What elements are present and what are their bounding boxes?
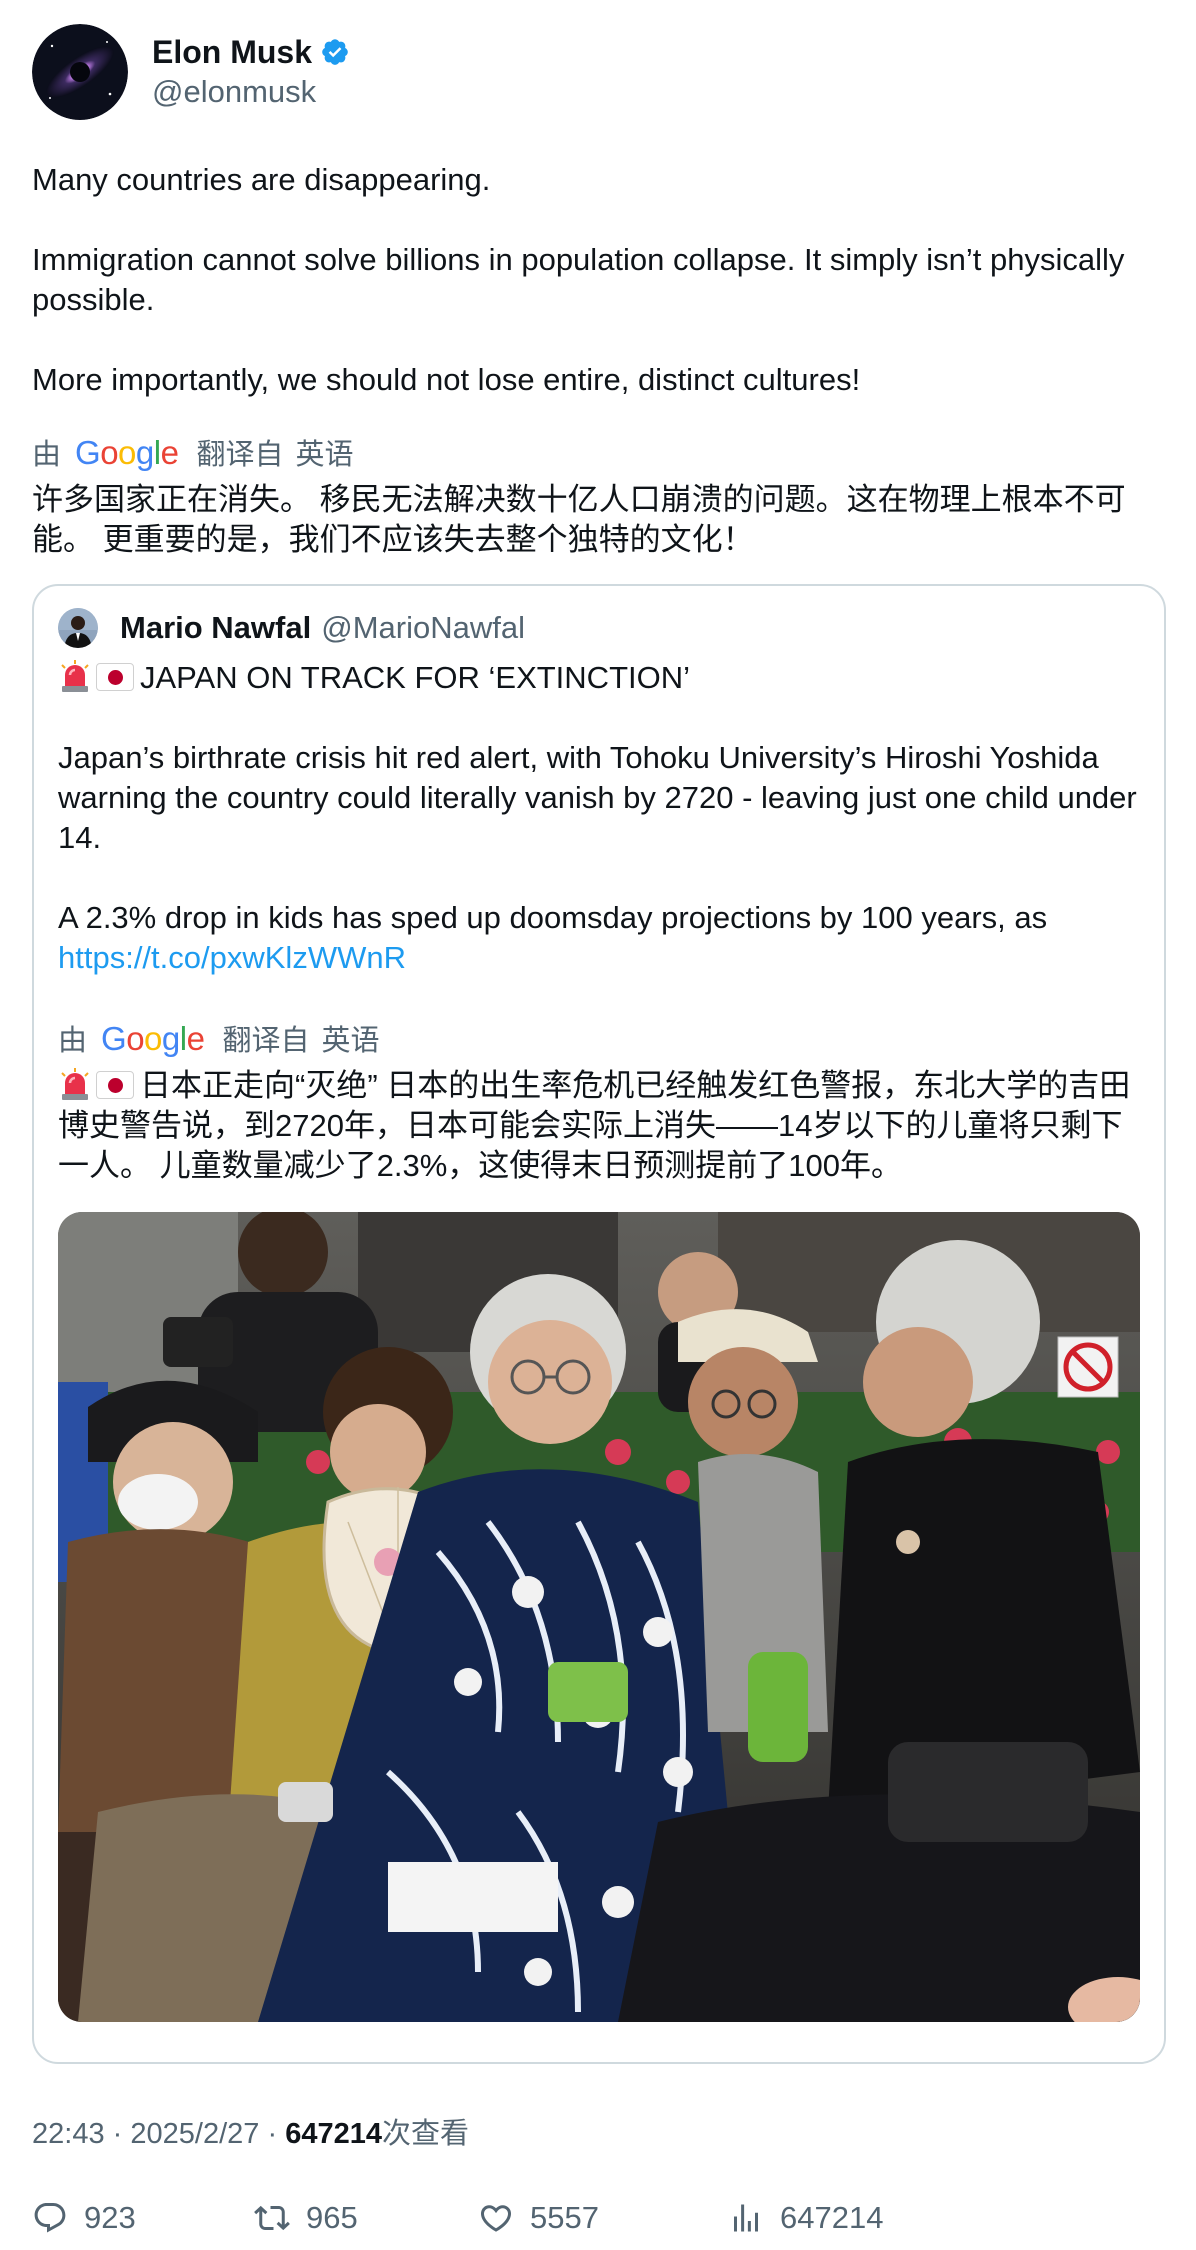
meta-separator: · xyxy=(267,2118,278,2150)
quoted-tweet[interactable]: Mario Nawfal @MarioNawfal JAPAN ON TRACK… xyxy=(32,584,1166,2064)
source-language: 英语 xyxy=(295,439,354,471)
japan-flag-icon xyxy=(96,1071,134,1099)
reply-count: 923 xyxy=(84,2200,136,2235)
google-logo: Google xyxy=(75,433,179,471)
quoted-tweet-header: Mario Nawfal @MarioNawfal xyxy=(58,608,1140,648)
tweet-date[interactable]: 2025/2/27 xyxy=(130,2118,259,2150)
retweet-count: 965 xyxy=(306,2200,358,2235)
quoted-paragraph-with-link: A 2.3% drop in kids has sped up doomsday… xyxy=(58,898,1140,978)
quoted-headline-line: JAPAN ON TRACK FOR ‘EXTINCTION’ xyxy=(58,658,1140,698)
siren-icon xyxy=(58,1067,92,1101)
quoted-paragraph: Japan’s birthrate crisis hit red alert, … xyxy=(58,740,1137,855)
quoted-translation-text: 日本正走向“灭绝” 日本的出生率危机已经触发红色警报，东北大学的吉田博史警告说，… xyxy=(58,1068,1131,1183)
japan-flag-icon xyxy=(96,663,134,691)
meta-separator: · xyxy=(112,2118,123,2150)
quoted-paragraph: A 2.3% drop in kids has sped up doomsday… xyxy=(58,900,1048,935)
tweet-paragraph: More importantly, we should not lose ent… xyxy=(32,362,861,397)
quoted-translated-by-google[interactable]: 由 Google 翻译自 英语 xyxy=(58,1018,1140,1058)
google-logo: Google xyxy=(101,1019,205,1057)
like-button[interactable]: 5557 xyxy=(478,2200,728,2236)
like-count: 5557 xyxy=(530,2200,599,2235)
quoted-tweet-text: JAPAN ON TRACK FOR ‘EXTINCTION’ Japan’s … xyxy=(58,658,1140,978)
translated-from-label: 翻译自 xyxy=(222,1025,310,1057)
author-handle[interactable]: @elonmusk xyxy=(152,72,350,112)
quoted-media-image[interactable] xyxy=(58,1212,1140,2022)
tweet-time[interactable]: 22:43 xyxy=(32,2118,105,2150)
reply-icon xyxy=(34,2203,66,2233)
tweet-translation: 许多国家正在消失。 移民无法解决数十亿人口崩溃的问题。这在物理上根本不可能。 更… xyxy=(32,482,1126,557)
tweet-meta: 22:43 · 2025/2/27 · 647214次查看 xyxy=(32,2114,1166,2154)
tweet-text: Many countries are disappearing. Immigra… xyxy=(32,160,1166,400)
name-row: Elon Musk xyxy=(152,32,350,72)
heart-icon xyxy=(480,2205,512,2232)
tweet: Elon Musk @elonmusk Many countries are d… xyxy=(32,24,1166,2238)
retweet-icon xyxy=(254,2205,290,2231)
translated-by-prefix: 由 xyxy=(32,439,62,471)
quoted-link[interactable]: https://t.co/pxwKlzWWnR xyxy=(58,940,406,975)
author-avatar[interactable] xyxy=(32,24,128,120)
tweet-paragraph: Many countries are disappearing. xyxy=(32,162,491,197)
translated-by-prefix: 由 xyxy=(58,1025,88,1057)
siren-icon xyxy=(58,659,92,693)
quoted-author-handle[interactable]: @MarioNawfal xyxy=(321,610,525,646)
verified-badge-icon[interactable] xyxy=(320,37,350,67)
quoted-author-name[interactable]: Mario Nawfal xyxy=(120,610,311,646)
views-count: 647214 xyxy=(285,2118,382,2150)
quoted-translation: 日本正走向“灭绝” 日本的出生率危机已经触发红色警报，东北大学的吉田博史警告说，… xyxy=(58,1066,1140,1186)
translated-from-label: 翻译自 xyxy=(196,439,284,471)
views-button[interactable]: 647214 xyxy=(728,2200,883,2236)
author-info: Elon Musk @elonmusk xyxy=(152,32,350,112)
tweet-paragraph: Immigration cannot solve billions in pop… xyxy=(32,242,1125,317)
quoted-author-avatar[interactable] xyxy=(58,608,98,648)
views-suffix: 次查看 xyxy=(381,2118,469,2150)
source-language: 英语 xyxy=(321,1025,380,1057)
views-action-count: 647214 xyxy=(780,2200,884,2235)
analytics-icon xyxy=(734,2204,758,2232)
translated-by-google[interactable]: 由 Google 翻译自 英语 xyxy=(32,432,1166,472)
quoted-headline: JAPAN ON TRACK FOR ‘EXTINCTION’ xyxy=(140,660,691,695)
retweet-button[interactable]: 965 xyxy=(254,2200,478,2236)
action-bar: 923 965 5557 647214 xyxy=(32,2198,1166,2238)
tweet-header: Elon Musk @elonmusk xyxy=(32,24,1166,120)
reply-button[interactable]: 923 xyxy=(32,2200,254,2236)
author-name[interactable]: Elon Musk xyxy=(152,32,312,72)
